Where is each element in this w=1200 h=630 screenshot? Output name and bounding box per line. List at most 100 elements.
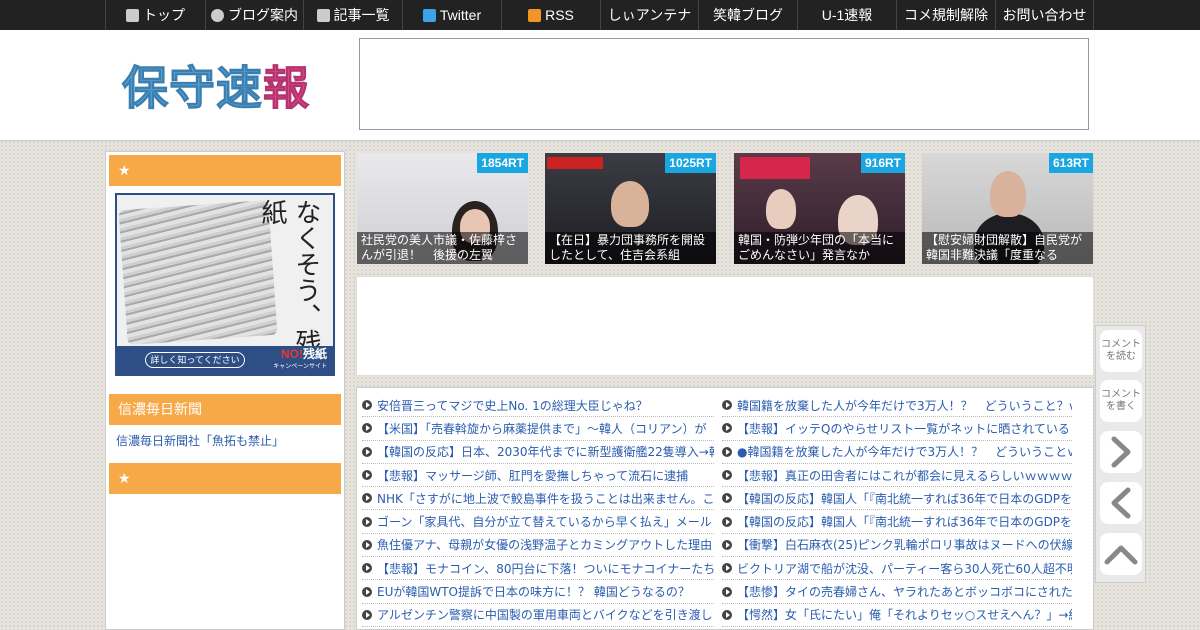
nav-item-shokan-blog[interactable]: 笑韓ブログ	[698, 0, 797, 30]
play-bullet-icon	[722, 470, 732, 481]
play-bullet-icon	[722, 400, 732, 411]
nav-label: お問い合わせ	[1002, 7, 1087, 23]
featured-articles: 1854RT 社民党の美人市議・佐藤梓さんが引退！ 後援の左翼 1025RT 【…	[357, 153, 1097, 265]
featured-caption: 【在日】暴力団事務所を開設したとして、住吉会系組	[545, 232, 716, 264]
article-link[interactable]: 【愕然】女「氏にたい」俺「それよりセッ○スせえへん？」→結	[737, 606, 1072, 623]
read-comments-button[interactable]: コメント を読む	[1100, 330, 1142, 372]
home-icon	[126, 8, 139, 22]
list-item[interactable]: 【衝撃】白石麻衣(25)ピンク乳輪ポロリ事故はヌードへの伏線	[722, 534, 1072, 558]
sidebar-heading-shinano: 信濃毎日新聞	[109, 394, 341, 425]
list-icon	[316, 8, 330, 22]
nav-item-u1[interactable]: U-1速報	[797, 0, 896, 30]
content-ad-slot[interactable]	[356, 276, 1094, 376]
article-list-right: 韓国籍を放棄した人が今年だけで3万人！？ どういうこと？ｗ 【悲報】イッテQのやら…	[722, 394, 1072, 627]
article-link[interactable]: 【衝撃】白石麻衣(25)ピンク乳輪ポロリ事故はヌードへの伏線	[737, 536, 1072, 553]
list-item[interactable]: 魚住優アナ、母親が女優の浅野温子とカミングアウトした理由	[362, 534, 714, 558]
featured-card[interactable]: 1854RT 社民党の美人市議・佐藤梓さんが引退！ 後援の左翼	[357, 153, 528, 264]
list-item[interactable]: ビクトリア湖で船が沈没、パーティー客ら30人死亡60人超不明	[722, 557, 1072, 581]
nav-item-article-list[interactable]: 記事一覧	[303, 0, 402, 30]
list-item[interactable]: EUが韓国WTO提訴で日本の味方に！？ 韓国どうなるの？	[362, 580, 714, 604]
article-link[interactable]: EUが韓国WTO提訴で日本の味方に！？ 韓国どうなるの？	[377, 583, 690, 600]
article-link[interactable]: 【米国】「売春斡旋から麻薬提供まで」～韓人（コリアン）が	[377, 420, 707, 437]
article-link[interactable]: ゴーン「家具代、自分が立て替えているから早く払え」メール	[377, 513, 712, 530]
badge-no: NO!	[280, 347, 303, 361]
list-item[interactable]: 【悲報】モナコイン、80円台に下落！ついにモナコイナーたち	[362, 557, 714, 581]
site-logo[interactable]: 保守速報	[122, 52, 310, 118]
article-link[interactable]: 韓国籍を放棄した人が今年だけで3万人！？ どういうこと？ｗ	[737, 397, 1072, 414]
article-link[interactable]: 【悲報】マッサージ師、肛門を愛撫しちゃって流石に逮捕	[377, 467, 688, 484]
featured-caption: 【慰安婦財団解散】自民党が韓国非難決議「度重なる	[922, 232, 1093, 264]
list-item[interactable]: ゴーン「家具代、自分が立て替えているから早く払え」メール	[362, 510, 714, 534]
nav-item-blog-guide[interactable]: ブログ案内	[205, 0, 303, 30]
list-item[interactable]: NHK「さすがに地上波で鮫島事件を扱うことは出来ません。こ	[362, 487, 714, 511]
sidebar-heading-star-2: ★	[109, 463, 341, 494]
next-article-button[interactable]	[1100, 431, 1142, 473]
rt-count-badge: 916RT	[860, 153, 905, 173]
article-link[interactable]: 【悲報】モナコイン、80円台に下落！ついにモナコイナーたち	[377, 560, 714, 577]
nav-list: トップ ブログ案内 記事一覧 Twitter RSS しぃアンテナ 笑韓ブログ …	[105, 0, 1094, 30]
article-link[interactable]: 【悲報】イッテQのやらせリスト一覧がネットに晒されている	[737, 420, 1070, 437]
newspaper-stack-image	[118, 199, 278, 346]
rt-count-badge: 1025RT	[665, 153, 716, 173]
article-link[interactable]: 【韓国の反応】日本、2030年代までに新型護衛艦22隻導入→韓	[377, 443, 714, 460]
article-link[interactable]: ビクトリア湖で船が沈没、パーティー客ら30人死亡60人超不明	[737, 560, 1072, 577]
thumbnail-face	[990, 171, 1026, 217]
list-item[interactable]: 【悲報】真正の田舎者にはこれが都会に見えるらしいｗｗｗｗ	[722, 464, 1072, 488]
thumbnail-face	[766, 189, 796, 229]
thumbnail-face	[611, 181, 649, 227]
nav-item-top[interactable]: トップ	[105, 0, 205, 30]
chevron-left-icon	[1111, 487, 1131, 519]
featured-card[interactable]: 1025RT 【在日】暴力団事務所を開設したとして、住吉会系組	[545, 153, 716, 264]
article-link[interactable]: 安倍晋三ってマジで史上No. 1の総理大臣じゃね？	[377, 397, 648, 414]
featured-card[interactable]: 613RT 【慰安婦財団解散】自民党が韓国非難決議「度重なる	[922, 153, 1093, 264]
header-ad-slot[interactable]	[359, 38, 1089, 130]
article-link[interactable]: NHK「さすがに地上波で鮫島事件を扱うことは出来ません。こ	[377, 490, 714, 507]
nav-label: しぃアンテナ	[607, 7, 692, 23]
list-item[interactable]: 【愕然】女「氏にたい」俺「それよりセッ○スせえへん？」→結	[722, 604, 1072, 627]
list-item[interactable]: アルゼンチン警察に中国製の軍用車両とバイクなどを引き渡し	[362, 604, 714, 627]
nav-item-rss[interactable]: RSS	[501, 0, 600, 30]
list-item[interactable]: ●韓国籍を放棄した人が今年だけで3万人！？ どういうことｗ	[722, 441, 1072, 464]
article-link[interactable]: 【悲報】真正の田舎者にはこれが都会に見えるらしいｗｗｗｗ	[737, 467, 1072, 484]
list-item[interactable]: 【悲惨】タイの売春婦さん、ヤラれたあとボッコボコにされた	[722, 580, 1072, 604]
rt-count-badge: 1854RT	[477, 153, 528, 173]
article-link[interactable]: ●韓国籍を放棄した人が今年だけで3万人！？ どういうことｗ	[737, 443, 1072, 460]
news-ticker-image	[547, 157, 603, 169]
list-item[interactable]: 【韓国の反応】日本、2030年代までに新型護衛艦22隻導入→韓	[362, 441, 714, 464]
nav-item-twitter[interactable]: Twitter	[402, 0, 501, 30]
article-list-left: 安倍晋三ってマジで史上No. 1の総理大臣じゃね？ 【米国】「売春斡旋から麻薬提供…	[362, 394, 714, 627]
logo-main: 保守速	[122, 61, 263, 116]
list-item[interactable]: 韓国籍を放棄した人が今年だけで3万人！？ どういうこと？ｗ	[722, 394, 1072, 418]
article-link[interactable]: 【韓国の反応】韓国人「『南北統一すれば36年で日本のGDPを	[737, 490, 1072, 507]
nav-label: RSS	[545, 7, 574, 23]
article-link[interactable]: 魚住優アナ、母親が女優の浅野温子とカミングアウトした理由	[377, 536, 712, 553]
write-comment-button[interactable]: コメント を書く	[1100, 380, 1142, 422]
featured-card[interactable]: 916RT 韓国・防弾少年団の「本当にごめんなさい」発言なか	[734, 153, 905, 264]
nav-label: 記事一覧	[333, 7, 390, 23]
sidebar-link-shinano[interactable]: 信濃毎日新聞社「魚拓も禁止」	[116, 432, 284, 449]
play-bullet-icon	[722, 609, 732, 620]
list-item[interactable]: 【韓国の反応】韓国人「『南北統一すれば36年で日本のGDPを	[722, 487, 1072, 511]
floating-toolbar: コメント を読む コメント を書く	[1095, 325, 1146, 583]
nav-label: コメ規制解除	[904, 7, 988, 23]
scroll-top-button[interactable]	[1100, 533, 1142, 575]
list-item[interactable]: 【悲報】イッテQのやらせリスト一覧がネットに晒されている	[722, 417, 1072, 441]
top-nav: トップ ブログ案内 記事一覧 Twitter RSS しぃアンテナ 笑韓ブログ …	[0, 0, 1200, 30]
zanshi-campaign-banner[interactable]: なくそう、残紙 詳しく知ってください NO!残紙 キャンペーンサイト	[115, 193, 335, 376]
prev-article-button[interactable]	[1100, 482, 1142, 524]
play-bullet-icon	[722, 446, 732, 457]
play-bullet-icon	[362, 539, 372, 550]
site-header: 保守速報	[0, 30, 1200, 141]
article-link[interactable]: 【悲惨】タイの売春婦さん、ヤラれたあとボッコボコにされた	[737, 583, 1072, 600]
list-item[interactable]: 【米国】「売春斡旋から麻薬提供まで」～韓人（コリアン）が	[362, 417, 714, 441]
nav-item-comment-unblock[interactable]: コメ規制解除	[896, 0, 995, 30]
list-item[interactable]: 【悲報】マッサージ師、肛門を愛撫しちゃって流石に逮捕	[362, 464, 714, 488]
nav-label: U-1速報	[821, 7, 873, 23]
article-link[interactable]: 【韓国の反応】韓国人「『南北統一すれば36年で日本のGDPを	[737, 513, 1072, 530]
banner-more-button[interactable]: 詳しく知ってください	[145, 352, 245, 368]
nav-item-contact[interactable]: お問い合わせ	[995, 0, 1094, 30]
list-item[interactable]: 安倍晋三ってマジで史上No. 1の総理大臣じゃね？	[362, 394, 714, 418]
list-item[interactable]: 【韓国の反応】韓国人「『南北統一すれば36年で日本のGDPを	[722, 510, 1072, 534]
nav-item-antenna[interactable]: しぃアンテナ	[600, 0, 698, 30]
article-link[interactable]: アルゼンチン警察に中国製の軍用車両とバイクなどを引き渡し	[377, 606, 713, 623]
